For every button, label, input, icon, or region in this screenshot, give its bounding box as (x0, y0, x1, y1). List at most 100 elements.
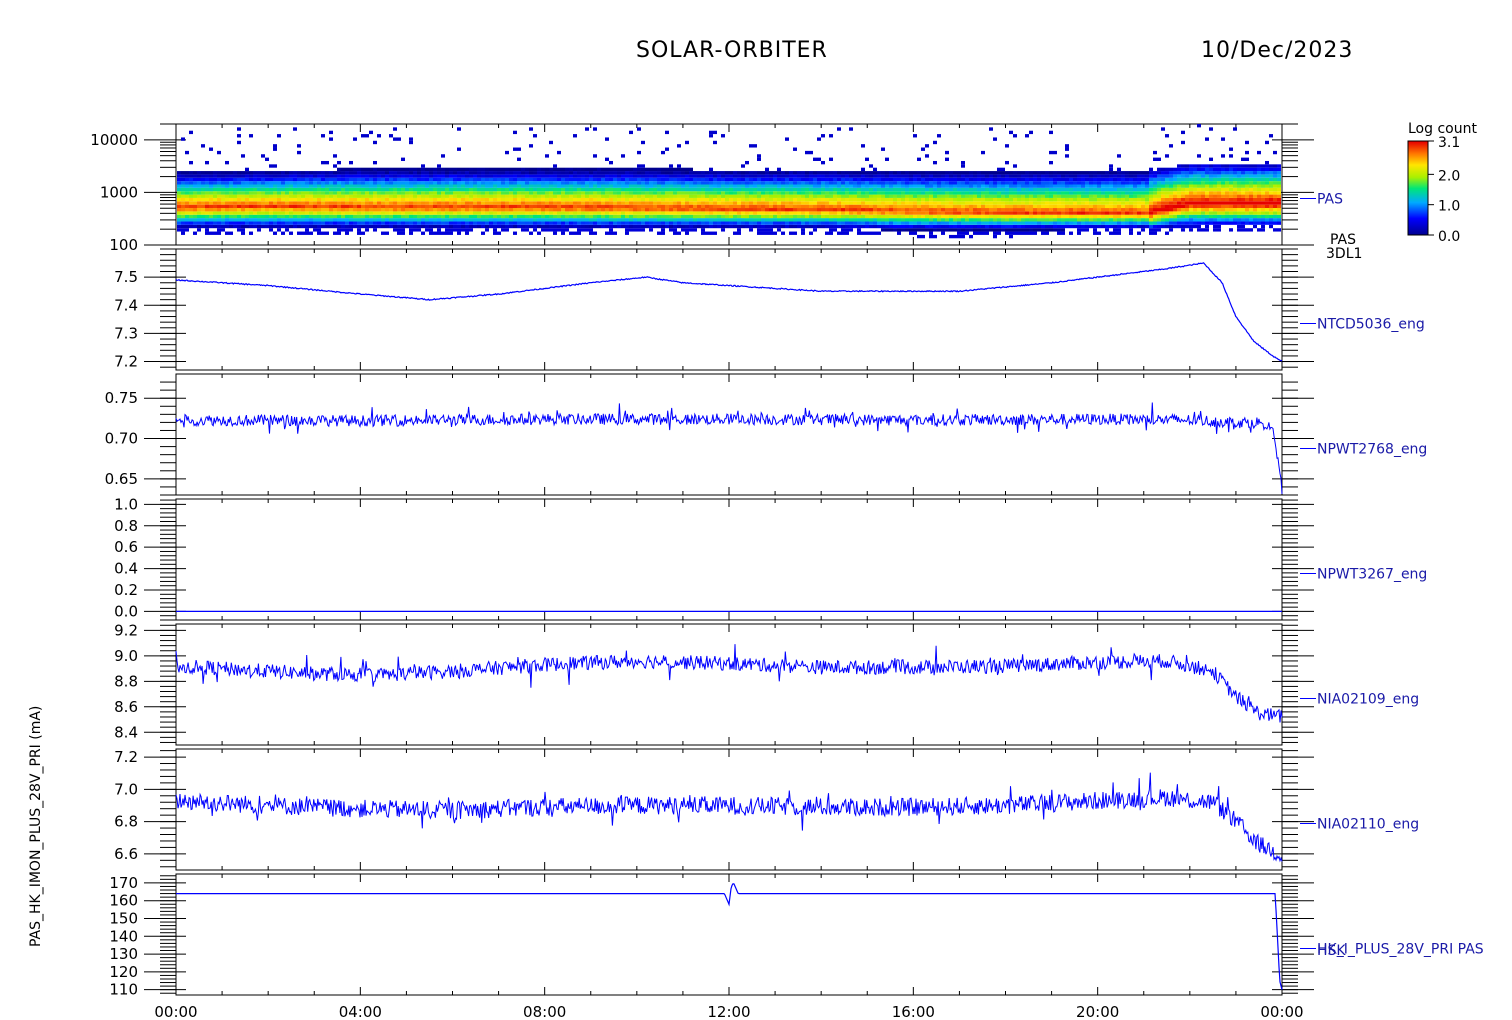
spectrogram-cell (793, 231, 797, 235)
spectrogram-cell (701, 194, 705, 198)
spectrogram-cell (941, 184, 945, 188)
spectrogram-cell (973, 208, 977, 212)
spectrogram-cell (925, 211, 929, 215)
spectrogram-cell (677, 184, 681, 188)
spectrogram-cell (641, 167, 645, 172)
spectrogram-cell (745, 191, 749, 195)
spectrogram-cell (1037, 197, 1041, 202)
spectrogram-cell (441, 214, 445, 219)
spectrogram-cell (649, 181, 653, 185)
spectrogram-cell (237, 224, 241, 229)
spectrogram-cell (497, 231, 501, 235)
spectrogram-cell (717, 204, 721, 209)
series-label: PAS (1317, 192, 1343, 208)
spectrogram-cell (213, 171, 217, 175)
spectrogram-cell (401, 218, 405, 222)
spectrogram-cell (285, 228, 289, 232)
spectrogram-cell (265, 208, 269, 212)
spectrogram-cell (457, 231, 461, 235)
spectrogram-cell (189, 184, 193, 188)
spectrogram-cell (613, 174, 617, 178)
spectrogram-cell (1009, 228, 1013, 232)
spectrogram-cell (205, 208, 209, 212)
spectrogram-cell (1081, 177, 1085, 182)
spectrogram-cell (417, 197, 421, 202)
spectrogram-cell (481, 221, 485, 225)
spectrogram-cell (321, 221, 325, 225)
spectrogram-cell (777, 181, 781, 185)
spectrogram-cell (745, 184, 749, 188)
spectrogram-cell (661, 187, 665, 192)
spectrogram-cell (885, 177, 889, 182)
spectrogram-cell (1037, 228, 1041, 232)
spectrogram-cell (877, 204, 881, 209)
spectrogram-cell (841, 208, 845, 212)
spectrogram-cell (685, 204, 689, 209)
spectrogram-cell (385, 191, 389, 195)
spectrogram-cell (209, 204, 213, 209)
spectrogram-cell (781, 197, 785, 202)
spectrogram-cell (977, 201, 981, 205)
spectrogram-cell (969, 194, 973, 198)
spectrogram-cell (1149, 208, 1153, 212)
spectrogram-cell (469, 214, 473, 219)
spectrogram-cell (825, 174, 829, 178)
spectrogram-cell (1085, 201, 1089, 205)
spectrogram-cell (1149, 194, 1153, 198)
spectrogram-cell (645, 197, 649, 202)
spectrogram-cell (577, 184, 581, 188)
spectrogram-cell (181, 218, 185, 222)
spectrogram-cell (517, 167, 521, 172)
spectrogram-cell (453, 191, 457, 195)
spectrogram-cell (1109, 187, 1113, 192)
spectrogram-cell (257, 171, 261, 175)
spectrogram-cell (897, 201, 901, 205)
spectrogram-cell (1025, 208, 1029, 212)
spectrogram-cell (1129, 214, 1133, 219)
spectrogram-cell (1009, 234, 1013, 239)
spectrogram-cell (273, 177, 277, 182)
spectrogram-cell (977, 204, 981, 209)
spectrogram-cell (557, 184, 561, 188)
spectrogram-cell (885, 174, 889, 178)
spectrogram-cell (801, 204, 805, 209)
spectrogram-cell (325, 197, 329, 202)
spectrogram-cell (749, 181, 753, 185)
spectrogram-cell (1121, 208, 1125, 212)
spectrogram-cell (197, 204, 201, 209)
spectrogram-cell (253, 211, 257, 215)
spectrogram-cell (1013, 164, 1017, 168)
spectrogram-cell (317, 184, 321, 188)
spectrogram-cell (297, 204, 301, 209)
spectrogram-cell (837, 211, 841, 215)
spectrogram-cell (953, 191, 957, 195)
spectrogram-cell (553, 208, 557, 212)
spectrogram-cell (801, 187, 805, 192)
spectrogram-cell (1129, 191, 1133, 195)
spectrogram-cell (1081, 171, 1085, 175)
spectrogram-cell (469, 228, 473, 232)
spectrogram-cell (765, 214, 769, 219)
spectrogram-cell (549, 140, 553, 145)
spectrogram-cell (649, 218, 653, 222)
spectrogram-cell (1001, 167, 1005, 172)
spectrogram-cell (1157, 171, 1161, 175)
spectrogram-cell (497, 197, 501, 202)
spectrogram-cell (241, 201, 245, 205)
spectrogram-cell (813, 228, 817, 232)
spectrogram-cell (1057, 191, 1061, 195)
spectrogram-cell (1173, 191, 1177, 195)
spectrogram-cell (1065, 191, 1069, 195)
spectrogram-cell (1001, 174, 1005, 178)
spectrogram-cell (1057, 181, 1061, 185)
spectrogram-cell (897, 191, 901, 195)
spectrogram-cell (1033, 174, 1037, 178)
spectrogram-cell (841, 204, 845, 209)
spectrogram-cell (1177, 184, 1181, 188)
spectrogram-cell (641, 211, 645, 215)
spectrogram-cell (497, 191, 501, 195)
spectrogram-cell (469, 211, 473, 215)
spectrogram-cell (1005, 171, 1009, 175)
spectrogram-cell (1089, 191, 1093, 195)
spectrogram-cell (1065, 187, 1069, 192)
